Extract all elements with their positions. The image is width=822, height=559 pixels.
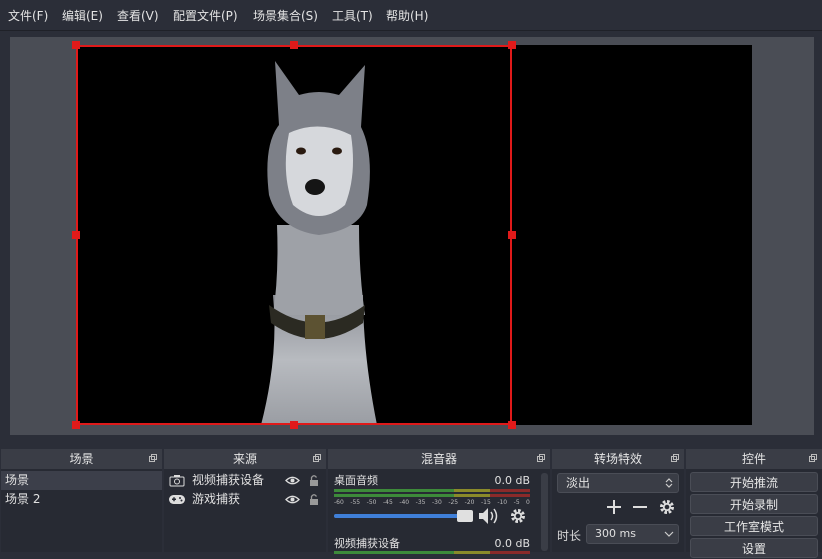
updown-icon: [665, 478, 673, 488]
scene-label: 场景 2: [5, 492, 41, 506]
mixer-scrollbar[interactable]: [541, 473, 548, 551]
dock-title: 控件: [686, 449, 822, 469]
eye-icon[interactable]: [285, 494, 300, 505]
sources-list: 视频捕获设备 游戏捕获: [164, 469, 326, 552]
scenes-list: 场景 场景 2: [1, 469, 162, 552]
resize-handle[interactable]: [508, 421, 516, 429]
dock-title: 来源: [164, 449, 326, 469]
source-label: 视频捕获设备: [192, 473, 265, 487]
volume-handle[interactable]: [457, 510, 474, 522]
dock-title: 场景: [1, 449, 162, 469]
float-icon[interactable]: [671, 454, 679, 462]
scenes-dock: 场景 场景 场景 2: [1, 449, 162, 552]
meter-scale-tick: -15: [481, 499, 491, 506]
list-item[interactable]: 游戏捕获: [164, 490, 326, 509]
settings-button[interactable]: 设置: [690, 538, 818, 558]
resize-handle[interactable]: [508, 231, 516, 239]
dock-title: 混音器: [328, 449, 550, 469]
volume-slider[interactable]: [334, 510, 474, 522]
dock-title: 转场特效: [552, 449, 684, 469]
float-icon[interactable]: [809, 454, 817, 462]
resize-handle[interactable]: [72, 421, 80, 429]
meter-scale-tick: -55: [350, 499, 361, 506]
mixer-body: 桌面音频 0.0 dB -60 -55 -50 -45 -40 -35 -30 -25 -20-…: [328, 469, 550, 554]
lock-icon[interactable]: [309, 493, 319, 506]
channel-name: 视频捕获设备: [334, 537, 400, 550]
meter-scale-tick: -5: [513, 499, 520, 506]
meter-scale-tick: -25: [448, 499, 459, 506]
duration-label: 时长: [557, 529, 582, 543]
meter-scale-tick: -35: [415, 499, 426, 506]
scene-label: 场景: [5, 473, 30, 487]
resize-handle[interactable]: [72, 41, 80, 49]
remove-icon[interactable]: [632, 499, 648, 515]
level-meter: [454, 494, 490, 497]
meter-scale-tick: -50: [366, 499, 377, 506]
meter-scale-tick: -60: [334, 499, 344, 506]
eye-icon[interactable]: [285, 475, 300, 486]
level-meter: [334, 494, 454, 497]
meter-scale-tick: -30: [432, 499, 442, 506]
meter-scale-tick: -45: [383, 499, 393, 506]
lock-icon[interactable]: [309, 474, 319, 487]
menu-tools[interactable]: 工具(T): [332, 7, 373, 24]
menu-file[interactable]: 文件(F): [8, 7, 48, 24]
meter-scale-tick: -20: [464, 499, 475, 506]
menu-scene-collection[interactable]: 场景集合(S): [253, 7, 318, 24]
mixer-dock: 混音器 桌面音频 0.0 dB -60 -55 -50 -45 -40 -35 -30 -25…: [328, 449, 550, 554]
float-icon[interactable]: [313, 454, 321, 462]
list-item[interactable]: 视频捕获设备: [164, 471, 326, 490]
resize-handle[interactable]: [290, 41, 298, 49]
channel-db: 0.0 dB: [494, 474, 530, 487]
level-meter: [454, 489, 490, 492]
start-recording-button[interactable]: 开始录制: [690, 494, 818, 514]
level-meter: [490, 494, 530, 497]
meter-scale-tick: -10: [497, 499, 508, 506]
transition-select[interactable]: 淡出: [557, 473, 679, 493]
level-meter: [334, 489, 454, 492]
transition-selected: 淡出: [566, 476, 591, 490]
level-meter: [490, 489, 530, 492]
volume-fill: [334, 514, 466, 518]
controls-body: 开始推流 开始录制 工作室模式 设置: [686, 469, 822, 558]
gear-icon[interactable]: [509, 507, 527, 525]
speaker-icon[interactable]: [478, 507, 500, 525]
transitions-body: 淡出 时长 300 ms: [552, 469, 684, 552]
menu-edit[interactable]: 编辑(E): [62, 7, 103, 24]
sources-dock: 来源 视频捕获设备 游戏捕获: [164, 449, 326, 552]
controls-dock: 控件 开始推流 开始录制 工作室模式 设置: [686, 449, 822, 558]
resize-handle[interactable]: [290, 421, 298, 429]
chevron-down-icon: [664, 531, 674, 537]
gamepad-icon: [169, 495, 185, 504]
float-icon[interactable]: [537, 454, 545, 462]
transitions-dock: 转场特效 淡出 时长 300 ms: [552, 449, 684, 552]
list-item[interactable]: 场景: [1, 471, 162, 490]
channel-name: 桌面音频: [334, 474, 378, 487]
menu-help[interactable]: 帮助(H): [386, 7, 428, 24]
list-item[interactable]: 场景 2: [1, 490, 162, 509]
menu-bar: 文件(F) 编辑(E) 查看(V) 配置文件(P) 场景集合(S) 工具(T) …: [0, 0, 822, 31]
menu-view[interactable]: 查看(V): [117, 7, 159, 24]
studio-mode-button[interactable]: 工作室模式: [690, 516, 818, 536]
add-icon[interactable]: [606, 499, 622, 515]
level-meter: [334, 551, 454, 554]
gear-icon[interactable]: [658, 498, 676, 516]
level-meter: [490, 551, 530, 554]
source-label: 游戏捕获: [192, 492, 241, 506]
start-streaming-button[interactable]: 开始推流: [690, 472, 818, 492]
mixer-channel-header: 桌面音频 0.0 dB: [334, 471, 536, 490]
meter-scale-tick: 0: [526, 499, 530, 506]
float-icon[interactable]: [149, 454, 157, 462]
camera-icon: [169, 475, 185, 487]
meter-scale: -60 -55 -50 -45 -40 -35 -30 -25 -20 -15 -10 -5 0: [334, 499, 530, 509]
level-meter: [454, 551, 490, 554]
meter-scale-tick: -40: [399, 499, 410, 506]
duration-input[interactable]: 300 ms: [586, 524, 679, 544]
resize-handle[interactable]: [72, 231, 80, 239]
selection-box[interactable]: [76, 45, 512, 425]
duration-value: 300 ms: [595, 527, 636, 540]
menu-profile[interactable]: 配置文件(P): [173, 7, 238, 24]
resize-handle[interactable]: [508, 41, 516, 49]
